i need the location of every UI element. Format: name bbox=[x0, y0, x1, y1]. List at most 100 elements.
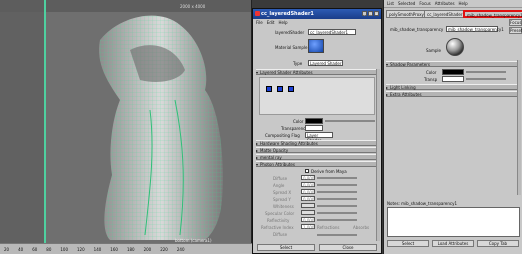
photon-field[interactable]: 0.000 bbox=[301, 217, 315, 223]
photon-field[interactable]: 0.000 bbox=[301, 182, 315, 188]
tab-layered-shader[interactable]: cc_layeredShader1 bbox=[424, 10, 469, 18]
screen: 2000 x 4000 bottom (camera1) 20 40 60 80… bbox=[0, 0, 522, 254]
material-sample-swatch bbox=[308, 39, 324, 53]
photon-field[interactable] bbox=[301, 210, 315, 215]
menu-focus[interactable]: Focus bbox=[419, 0, 430, 7]
tick-label: 100 bbox=[60, 246, 69, 252]
color-slider[interactable] bbox=[325, 120, 375, 122]
diffuse2-slider[interactable] bbox=[317, 234, 357, 236]
photon-slider[interactable] bbox=[317, 219, 357, 221]
section-extra-attributes[interactable]: Extra Attributes bbox=[386, 91, 519, 97]
section-matte-opacity[interactable]: Matte Opacity bbox=[256, 147, 380, 153]
ae-sample-label: Sample bbox=[426, 48, 441, 53]
compositing-dropdown[interactable]: Layer Shader bbox=[305, 132, 333, 143]
focus-button[interactable]: Focus bbox=[509, 19, 522, 26]
select-button[interactable]: Select bbox=[257, 244, 315, 251]
transp-slider[interactable] bbox=[466, 78, 506, 80]
photon-label: Spread Y bbox=[273, 197, 291, 202]
attributes-scrollbar[interactable] bbox=[376, 69, 380, 241]
attribute-editor[interactable]: List Selected Focus Attributes Help poly… bbox=[383, 0, 522, 254]
menu-list[interactable]: List bbox=[387, 0, 394, 7]
tick-label: 20 bbox=[4, 246, 10, 252]
node-name-field[interactable]: cc_layeredShader1 bbox=[308, 29, 356, 35]
photon-slider[interactable] bbox=[317, 205, 357, 207]
shadow-color-swatch[interactable] bbox=[442, 69, 464, 75]
tick-label: 180 bbox=[126, 246, 135, 252]
ae-select-button[interactable]: Select bbox=[387, 240, 429, 247]
layer-swatches-area[interactable] bbox=[259, 77, 375, 115]
tick-label: 240 bbox=[176, 246, 185, 252]
window-menubar: File Edit Help bbox=[253, 19, 381, 26]
shadow-color-slider[interactable] bbox=[466, 71, 506, 73]
layer-swatch[interactable] bbox=[288, 86, 294, 92]
minimize-button[interactable]: _ bbox=[362, 11, 367, 16]
type-dropdown[interactable]: Layered Shader bbox=[308, 60, 343, 66]
cloth-mesh[interactable] bbox=[0, 0, 252, 243]
transparency-label: Transparency bbox=[281, 126, 308, 131]
layer-swatch[interactable] bbox=[266, 86, 272, 92]
tick-label: 80 bbox=[46, 246, 52, 252]
photon-field[interactable]: 0.000 bbox=[301, 196, 315, 202]
shadow-color-label: Color bbox=[426, 70, 437, 75]
layered-shader-window[interactable]: cc_layeredShader1 _ □ × File Edit Help l… bbox=[252, 8, 382, 254]
node-label: layeredShader bbox=[275, 30, 305, 35]
section-light-linking[interactable]: Light Linking bbox=[386, 84, 519, 90]
close-icon[interactable]: × bbox=[374, 11, 379, 16]
maximize-button[interactable]: □ bbox=[368, 11, 373, 16]
menu-selected[interactable]: Selected bbox=[398, 0, 415, 7]
window-controls: _ □ × bbox=[362, 11, 379, 16]
sample-label: Material Sample bbox=[275, 45, 308, 50]
window-titlebar[interactable]: cc_layeredShader1 _ □ × bbox=[253, 9, 381, 19]
compositing-label: Compositing Flag bbox=[265, 133, 300, 138]
photon-field[interactable] bbox=[301, 203, 315, 208]
tick-label: 160 bbox=[110, 246, 118, 252]
transp-swatch[interactable] bbox=[442, 76, 464, 82]
ae-menubar: List Selected Focus Attributes Help bbox=[384, 0, 522, 8]
menu-edit[interactable]: Edit bbox=[267, 19, 275, 26]
close-button[interactable]: Close bbox=[319, 244, 377, 251]
color-swatch[interactable] bbox=[305, 118, 323, 124]
load-attributes-button[interactable]: Load Attributes bbox=[432, 240, 474, 247]
photon-slider[interactable] bbox=[317, 177, 357, 179]
absorbs-label: Absorbs bbox=[353, 225, 370, 230]
time-slider[interactable]: 20 40 60 80 100 120 140 160 180 200 220 … bbox=[0, 243, 252, 254]
photon-slider[interactable] bbox=[317, 212, 357, 214]
photon-slider[interactable] bbox=[317, 198, 357, 200]
type-label: Type bbox=[293, 61, 303, 66]
photon-label: Diffuse bbox=[273, 176, 288, 181]
menu-attributes[interactable]: Attributes bbox=[435, 0, 455, 7]
viewport-panel[interactable]: 2000 x 4000 bottom (camera1) bbox=[0, 0, 252, 243]
notes-label: Notes: mib_shadow_transparency1 bbox=[387, 201, 457, 206]
tab-poly-smooth-proxy[interactable]: polySmoothProxy1 bbox=[386, 10, 430, 18]
window-title: cc_layeredShader1 bbox=[261, 11, 314, 17]
maya-icon bbox=[255, 11, 260, 16]
menu-file[interactable]: File bbox=[256, 19, 263, 26]
transparency-swatch[interactable] bbox=[305, 125, 323, 131]
menu-help[interactable]: Help bbox=[278, 19, 287, 26]
tick-label: 140 bbox=[93, 246, 102, 252]
photon-label: Angle bbox=[273, 183, 285, 188]
derive-checkbox[interactable] bbox=[305, 169, 309, 173]
tab-shadow-transparency[interactable]: mib_shadow_transparency1 bbox=[463, 10, 522, 18]
photon-label: Specular Color bbox=[265, 211, 295, 216]
ae-scrollbar[interactable] bbox=[517, 60, 521, 195]
photon-field[interactable]: 0.800 bbox=[301, 175, 315, 181]
section-photon-attributes[interactable]: Photon Attributes bbox=[256, 161, 380, 167]
section-mental-ray[interactable]: mental ray bbox=[256, 154, 380, 160]
copy-tab-button[interactable]: Copy Tab bbox=[477, 240, 519, 247]
section-hardware-shading[interactable]: Hardware Shading Attributes bbox=[256, 140, 380, 146]
photon-slider[interactable] bbox=[317, 191, 357, 193]
section-shadow-parameters[interactable]: Shadow Parameters bbox=[386, 61, 519, 67]
section-layered-shader[interactable]: Layered Shader Attributes bbox=[256, 69, 380, 75]
layer-swatch[interactable] bbox=[277, 86, 283, 92]
tick-label: 40 bbox=[18, 246, 24, 252]
presets-button[interactable]: Presets bbox=[509, 27, 522, 34]
photon-slider[interactable] bbox=[317, 184, 357, 186]
refractions-label: Refractions bbox=[317, 225, 340, 230]
refraction-field[interactable]: 1.000 bbox=[301, 224, 315, 230]
photon-field[interactable]: 0.000 bbox=[301, 189, 315, 195]
menu-help[interactable]: Help bbox=[459, 0, 468, 7]
tick-label: 120 bbox=[77, 246, 85, 252]
notes-textarea[interactable] bbox=[387, 207, 520, 237]
ae-node-field[interactable]: mib_shadow_transparency1 bbox=[446, 26, 504, 32]
